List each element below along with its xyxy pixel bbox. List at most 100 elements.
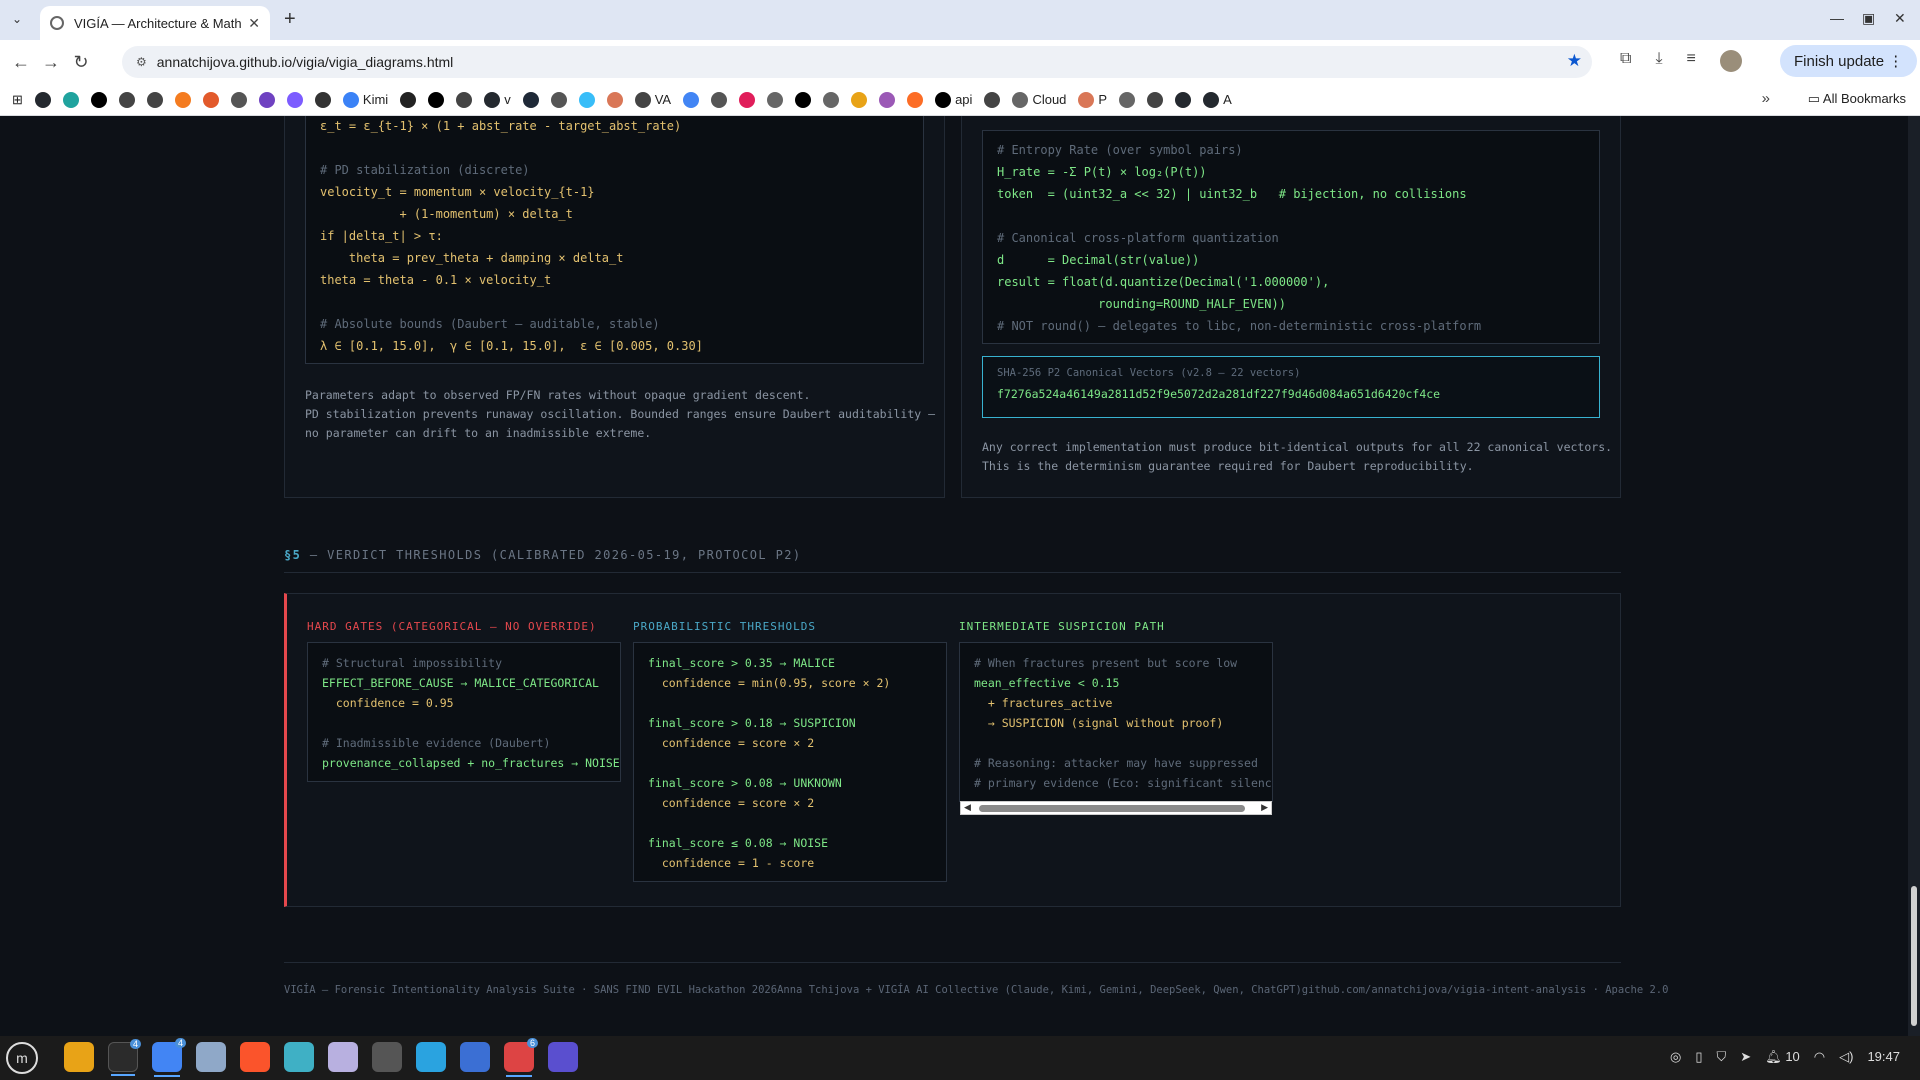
- bookmark-item[interactable]: [907, 91, 924, 108]
- bookmark-item[interactable]: [767, 91, 784, 108]
- bookmark-item[interactable]: [428, 91, 445, 108]
- bookmark-item[interactable]: [578, 91, 595, 108]
- bookmark-item[interactable]: [118, 91, 135, 108]
- code-line: # Entropy Rate (over symbol pairs): [997, 143, 1243, 157]
- notification-icon[interactable]: 🔔︎ 10: [1765, 1049, 1800, 1065]
- start-menu-button[interactable]: m: [6, 1042, 38, 1074]
- bookmark-api[interactable]: api: [935, 91, 972, 108]
- bookmark-item[interactable]: [62, 91, 79, 108]
- writer-app-icon[interactable]: [460, 1042, 490, 1072]
- bookmark-item[interactable]: [1175, 91, 1192, 108]
- forward-icon[interactable]: →: [36, 52, 66, 73]
- scroll-right-icon[interactable]: ▶: [1261, 802, 1268, 813]
- bookmark-item[interactable]: [879, 91, 896, 108]
- volume-icon[interactable]: ◁): [1839, 1049, 1853, 1065]
- restore-icon[interactable]: ▣: [1862, 10, 1875, 27]
- bookmark-item[interactable]: [456, 91, 473, 108]
- bookmark-item[interactable]: [550, 91, 567, 108]
- bookmark-item[interactable]: [174, 91, 191, 108]
- bookmark-item[interactable]: [202, 91, 219, 108]
- bookmark-item[interactable]: [711, 91, 728, 108]
- hard-gates-code: # Structural impossibility EFFECT_BEFORE_…: [307, 642, 621, 782]
- bookmark-cloud[interactable]: Cloud: [1012, 91, 1066, 108]
- bookmark-item[interactable]: [795, 91, 812, 108]
- bookmark-item[interactable]: [683, 91, 700, 108]
- bookmark-item[interactable]: [522, 91, 539, 108]
- terminal-app-icon[interactable]: 4: [108, 1039, 141, 1076]
- bookmark-item[interactable]: [400, 91, 417, 108]
- extensions-icon[interactable]: ⧉: [1620, 50, 1631, 72]
- bookmark-v[interactable]: v: [484, 91, 511, 108]
- download-icon[interactable]: ⤓: [1655, 50, 1662, 72]
- address-bar[interactable]: ⚙ annatchijova.github.io/vigia/vigia_dia…: [122, 46, 1592, 78]
- code-line: # PD stabilization (discrete): [320, 163, 530, 177]
- page-scrollbar[interactable]: [1908, 116, 1920, 1036]
- bookmark-item[interactable]: [851, 91, 868, 108]
- scroll-thumb[interactable]: [979, 805, 1245, 812]
- telegram-app-icon[interactable]: [416, 1042, 446, 1072]
- bookmark-p[interactable]: P: [1078, 91, 1107, 108]
- footer-right[interactable]: github.com/annatchijova/vigia-intent-ana…: [1302, 984, 1669, 996]
- bookmark-item[interactable]: [1119, 91, 1136, 108]
- chrome-app-icon[interactable]: 4: [152, 1038, 186, 1077]
- minimize-icon[interactable]: —: [1830, 10, 1844, 26]
- sha-value[interactable]: f7276a524a46149a2811d52f9e5072d2a281df22…: [997, 387, 1585, 401]
- finish-update-button[interactable]: Finish update ⋮: [1780, 45, 1918, 77]
- apps-icon[interactable]: ⊞: [12, 92, 23, 108]
- all-bookmarks[interactable]: ▭ All Bookmarks: [1808, 91, 1906, 107]
- clipboard-icon[interactable]: ▯: [1695, 1049, 1702, 1065]
- brave-app-icon[interactable]: [240, 1042, 270, 1072]
- wifi-icon[interactable]: ◠: [1814, 1049, 1825, 1065]
- photos-app-icon[interactable]: 6: [504, 1038, 538, 1077]
- new-tab-button[interactable]: +: [284, 8, 296, 31]
- close-window-icon[interactable]: ✕: [1894, 10, 1906, 27]
- bookmark-item[interactable]: [90, 91, 107, 108]
- code-line: confidence = score × 2: [648, 736, 815, 750]
- notes-app-icon[interactable]: [328, 1042, 358, 1072]
- terminal-badge: 4: [129, 1039, 141, 1049]
- clock[interactable]: 19:47: [1867, 1049, 1900, 1065]
- close-tab-icon[interactable]: ✕: [248, 15, 260, 32]
- bookmark-label: A: [1223, 92, 1232, 107]
- code-line: # When fractures present but score low: [974, 656, 1238, 670]
- shield-icon[interactable]: ⛉: [1717, 1049, 1727, 1065]
- media-icon[interactable]: ≡: [1687, 50, 1696, 72]
- probabilistic-heading: PROBABILISTIC THRESHOLDS: [633, 620, 816, 633]
- bookmark-kimi[interactable]: Kimi: [342, 91, 388, 108]
- code-line: confidence = score × 2: [648, 796, 815, 810]
- bookmark-item[interactable]: [230, 91, 247, 108]
- bookmark-item[interactable]: [606, 91, 623, 108]
- bookmark-va[interactable]: VA: [634, 91, 671, 108]
- monitor-app-icon[interactable]: [284, 1042, 314, 1072]
- bookmark-a[interactable]: A: [1203, 91, 1232, 108]
- send-icon[interactable]: ➤: [1740, 1049, 1751, 1065]
- obs-app-icon[interactable]: [372, 1042, 402, 1072]
- bookmark-item[interactable]: [314, 91, 331, 108]
- bookmark-item[interactable]: [258, 91, 275, 108]
- obs-tray-icon[interactable]: ◎: [1670, 1049, 1681, 1065]
- horizontal-scrollbar[interactable]: ◀ ▶: [960, 801, 1272, 815]
- bookmark-item[interactable]: [984, 91, 1001, 108]
- more-bookmarks-icon[interactable]: »: [1762, 90, 1770, 107]
- tab-active[interactable]: VIGÍA — Architecture & Math ✕: [40, 6, 270, 40]
- page-scroll-thumb[interactable]: [1911, 886, 1917, 1026]
- avatar[interactable]: [1719, 50, 1742, 72]
- site-info-icon[interactable]: ⚙: [136, 55, 147, 69]
- reload-icon[interactable]: ↻: [66, 52, 96, 73]
- bookmark-item[interactable]: [146, 91, 163, 108]
- scroll-left-icon[interactable]: ◀: [964, 802, 971, 813]
- video-app-icon[interactable]: [548, 1042, 578, 1072]
- bookmark-item[interactable]: [286, 91, 303, 108]
- bookmark-item[interactable]: [34, 91, 51, 108]
- bookmark-item[interactable]: [1147, 91, 1164, 108]
- bookmark-star-icon[interactable]: ★: [1567, 51, 1582, 71]
- bookmark-item[interactable]: [823, 91, 840, 108]
- screenshot-app-icon[interactable]: [196, 1042, 226, 1072]
- bookmark-item[interactable]: [739, 91, 756, 108]
- tab-search-icon[interactable]: ⌄: [12, 12, 22, 26]
- files-app-icon[interactable]: [64, 1042, 94, 1072]
- back-icon[interactable]: ←: [6, 52, 36, 73]
